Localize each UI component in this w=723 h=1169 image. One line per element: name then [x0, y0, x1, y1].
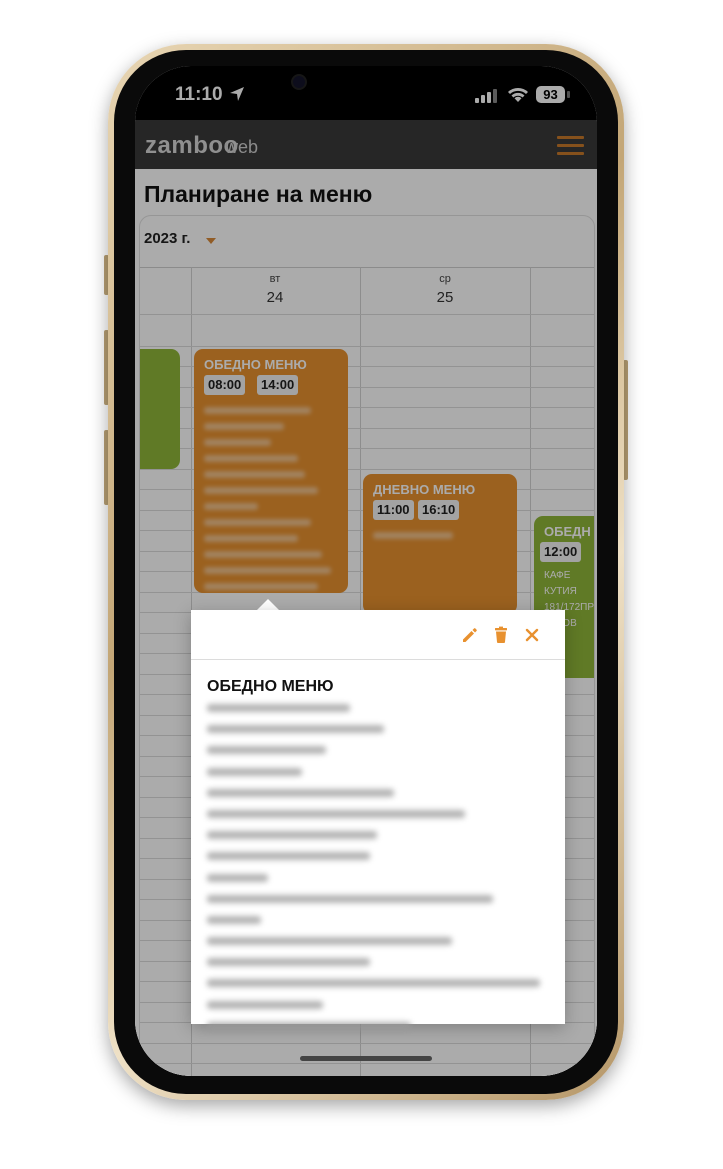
home-indicator: [300, 1056, 432, 1061]
edit-icon[interactable]: [461, 626, 479, 644]
popup-title: ОБЕДНО МЕНЮ: [207, 678, 334, 695]
popup-toolbar: [191, 610, 565, 660]
popup-description-blurred: [207, 704, 547, 1043]
event-detail-popup: ОБЕДНО МЕНЮ: [191, 610, 565, 1030]
close-icon[interactable]: [523, 626, 541, 644]
phone-screen: 11:10 93 zamboo web Планиране на меню 20…: [135, 66, 597, 1076]
trash-icon[interactable]: [492, 626, 510, 644]
popup-pointer: [257, 599, 279, 610]
